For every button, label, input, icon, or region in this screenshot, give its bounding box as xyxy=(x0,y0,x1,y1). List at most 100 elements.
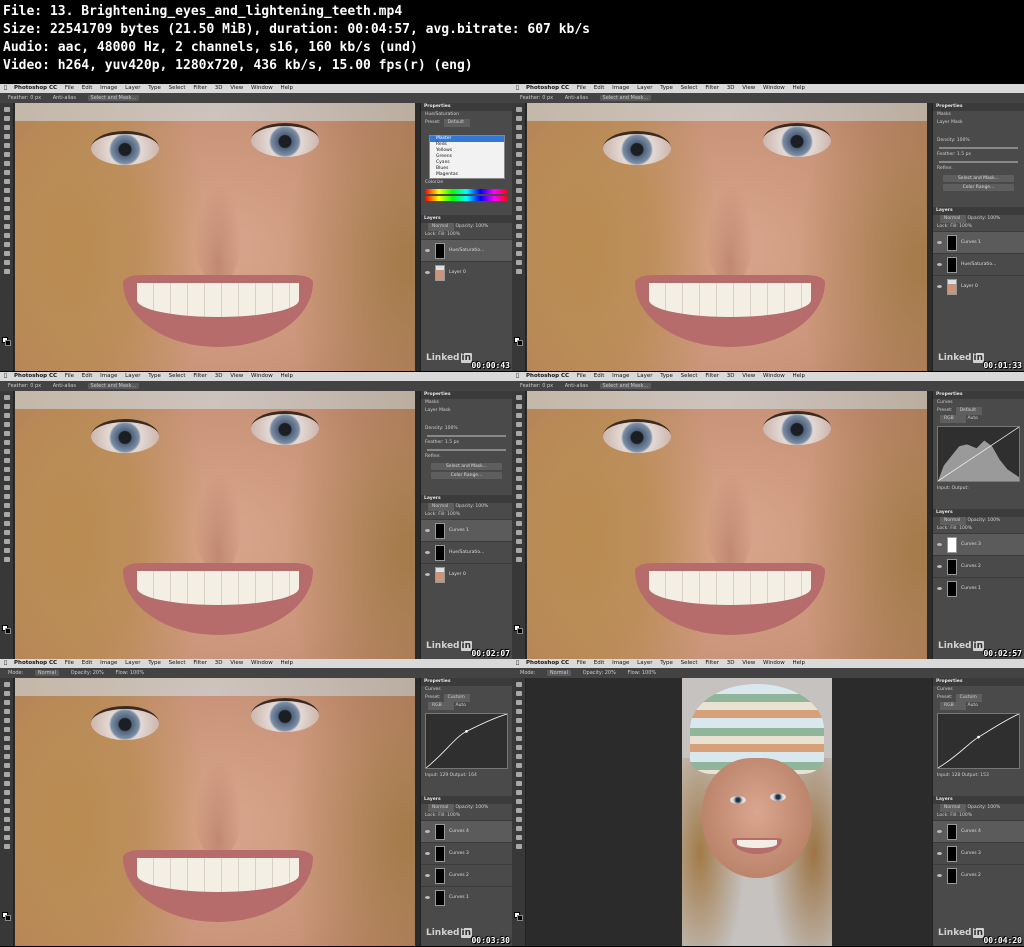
layer-mask-thumbnail[interactable] xyxy=(947,235,957,251)
menu-file[interactable]: File xyxy=(65,660,74,666)
dodge-tool-icon[interactable] xyxy=(3,215,10,220)
layer-mask-thumbnail[interactable] xyxy=(947,537,957,553)
layer-row[interactable]: Layer 0 xyxy=(421,563,512,585)
brush-flow-field[interactable]: Flow: 100% xyxy=(115,670,144,676)
blend-mode-select[interactable]: Normal xyxy=(940,517,966,525)
menu-image[interactable]: Image xyxy=(612,660,629,666)
eraser-tool-icon[interactable] xyxy=(3,772,10,777)
fill-field[interactable]: Fill: 100% xyxy=(950,224,972,229)
eyedropper-tool-icon[interactable] xyxy=(515,440,522,445)
select-and-mask-button[interactable]: Select and Mask... xyxy=(943,175,1014,182)
layer-row[interactable]: Curves 2 xyxy=(421,864,512,886)
history-brush-tool-icon[interactable] xyxy=(515,763,522,768)
apple-icon[interactable]:  xyxy=(516,84,519,93)
select-and-mask-button[interactable]: Select and Mask... xyxy=(599,95,652,101)
fill-field[interactable]: Fill: 100% xyxy=(438,512,460,517)
layer-row[interactable]: Hue/Saturatio... xyxy=(933,253,1024,275)
menu-help[interactable]: Help xyxy=(280,85,293,91)
apple-icon[interactable]:  xyxy=(516,659,519,668)
apple-icon[interactable]:  xyxy=(4,659,7,668)
fill-field[interactable]: Fill: 100% xyxy=(950,813,972,818)
layer-row[interactable]: Curves 1 xyxy=(421,886,512,908)
menu-window[interactable]: Window xyxy=(251,660,273,666)
brush-tool-icon[interactable] xyxy=(3,745,10,750)
blend-mode-select[interactable]: Normal xyxy=(428,223,454,231)
quick-select-tool-icon[interactable] xyxy=(3,422,10,427)
mode-select[interactable]: Normal xyxy=(546,670,571,676)
brush-tool-icon[interactable] xyxy=(515,170,522,175)
color-range-button[interactable]: Color Range... xyxy=(943,184,1014,191)
quick-select-tool-icon[interactable] xyxy=(515,422,522,427)
background-color-swatch[interactable] xyxy=(5,628,11,634)
blend-mode-select[interactable]: Normal xyxy=(940,804,966,812)
anti-alias-option[interactable]: Anti-alias xyxy=(565,383,588,389)
lasso-tool-icon[interactable] xyxy=(515,700,522,705)
quick-select-tool-icon[interactable] xyxy=(515,709,522,714)
healing-tool-icon[interactable] xyxy=(3,161,10,166)
clone-stamp-tool-icon[interactable] xyxy=(515,467,522,472)
move-tool-icon[interactable] xyxy=(3,682,10,687)
healing-tool-icon[interactable] xyxy=(3,449,10,454)
shape-tool-icon[interactable] xyxy=(3,826,10,831)
menu-type[interactable]: Type xyxy=(148,85,161,91)
menu-image[interactable]: Image xyxy=(100,660,117,666)
opacity-field[interactable]: Opacity: 100% xyxy=(967,518,1000,523)
menu-layer[interactable]: Layer xyxy=(125,373,140,379)
layer-row[interactable]: Curves 2 xyxy=(933,555,1024,577)
healing-tool-icon[interactable] xyxy=(515,736,522,741)
brush-tool-icon[interactable] xyxy=(3,170,10,175)
gradient-tool-icon[interactable] xyxy=(515,781,522,786)
fill-field[interactable]: Fill: 100% xyxy=(438,232,460,237)
menu-edit[interactable]: Edit xyxy=(594,660,605,666)
auto-button[interactable]: Auto xyxy=(455,703,465,708)
opacity-field[interactable]: Opacity: 100% xyxy=(967,216,1000,221)
opacity-field[interactable]: Opacity: 100% xyxy=(967,805,1000,810)
fill-field[interactable]: Fill: 100% xyxy=(438,813,460,818)
menu-window[interactable]: Window xyxy=(763,373,785,379)
menu-type[interactable]: Type xyxy=(660,660,673,666)
layer-row[interactable]: Curves 1 xyxy=(933,231,1024,253)
feather-slider[interactable] xyxy=(939,161,1018,163)
healing-tool-icon[interactable] xyxy=(515,161,522,166)
menu-view[interactable]: View xyxy=(742,85,755,91)
eraser-tool-icon[interactable] xyxy=(3,485,10,490)
move-tool-icon[interactable] xyxy=(515,395,522,400)
layer-mask-thumbnail[interactable] xyxy=(435,890,445,906)
crop-tool-icon[interactable] xyxy=(515,143,522,148)
layer-row[interactable]: Curves 3 xyxy=(933,842,1024,864)
zoom-tool-icon[interactable] xyxy=(515,844,522,849)
menu-3d[interactable]: 3D xyxy=(727,660,735,666)
crop-tool-icon[interactable] xyxy=(515,431,522,436)
pen-tool-icon[interactable] xyxy=(3,224,10,229)
history-brush-tool-icon[interactable] xyxy=(515,188,522,193)
eraser-tool-icon[interactable] xyxy=(3,197,10,202)
layer-row[interactable]: Curves 1 xyxy=(933,577,1024,599)
marquee-tool-icon[interactable] xyxy=(3,691,10,696)
menu-filter[interactable]: Filter xyxy=(193,660,207,666)
preset-select[interactable]: Default xyxy=(443,119,470,127)
layer-mask-thumbnail[interactable] xyxy=(947,846,957,862)
hand-tool-icon[interactable] xyxy=(3,260,10,265)
document-canvas[interactable] xyxy=(527,391,927,659)
channel-select[interactable]: RGB xyxy=(940,415,966,423)
menu-3d[interactable]: 3D xyxy=(727,373,735,379)
pen-tool-icon[interactable] xyxy=(515,512,522,517)
layer-row[interactable]: Curves 3 xyxy=(421,842,512,864)
path-select-tool-icon[interactable] xyxy=(3,817,10,822)
channel-select[interactable]: RGB xyxy=(428,702,454,710)
layer-mask-thumbnail[interactable] xyxy=(435,523,445,539)
menu-help[interactable]: Help xyxy=(792,373,805,379)
layer-row[interactable]: Hue/Saturatio... xyxy=(421,541,512,563)
pen-tool-icon[interactable] xyxy=(515,799,522,804)
channel-select[interactable]: RGB xyxy=(940,702,966,710)
feather-value[interactable]: 1.5 px xyxy=(445,440,459,445)
layer-row[interactable]: Curves 3 xyxy=(933,533,1024,555)
blend-mode-select[interactable]: Normal xyxy=(428,503,454,511)
marquee-tool-icon[interactable] xyxy=(515,691,522,696)
layer-row[interactable]: Curves 2 xyxy=(933,864,1024,886)
color-range-button[interactable]: Color Range... xyxy=(431,472,502,479)
shape-tool-icon[interactable] xyxy=(515,251,522,256)
type-tool-icon[interactable] xyxy=(515,808,522,813)
clone-stamp-tool-icon[interactable] xyxy=(3,467,10,472)
anti-alias-option[interactable]: Anti-alias xyxy=(565,95,588,101)
